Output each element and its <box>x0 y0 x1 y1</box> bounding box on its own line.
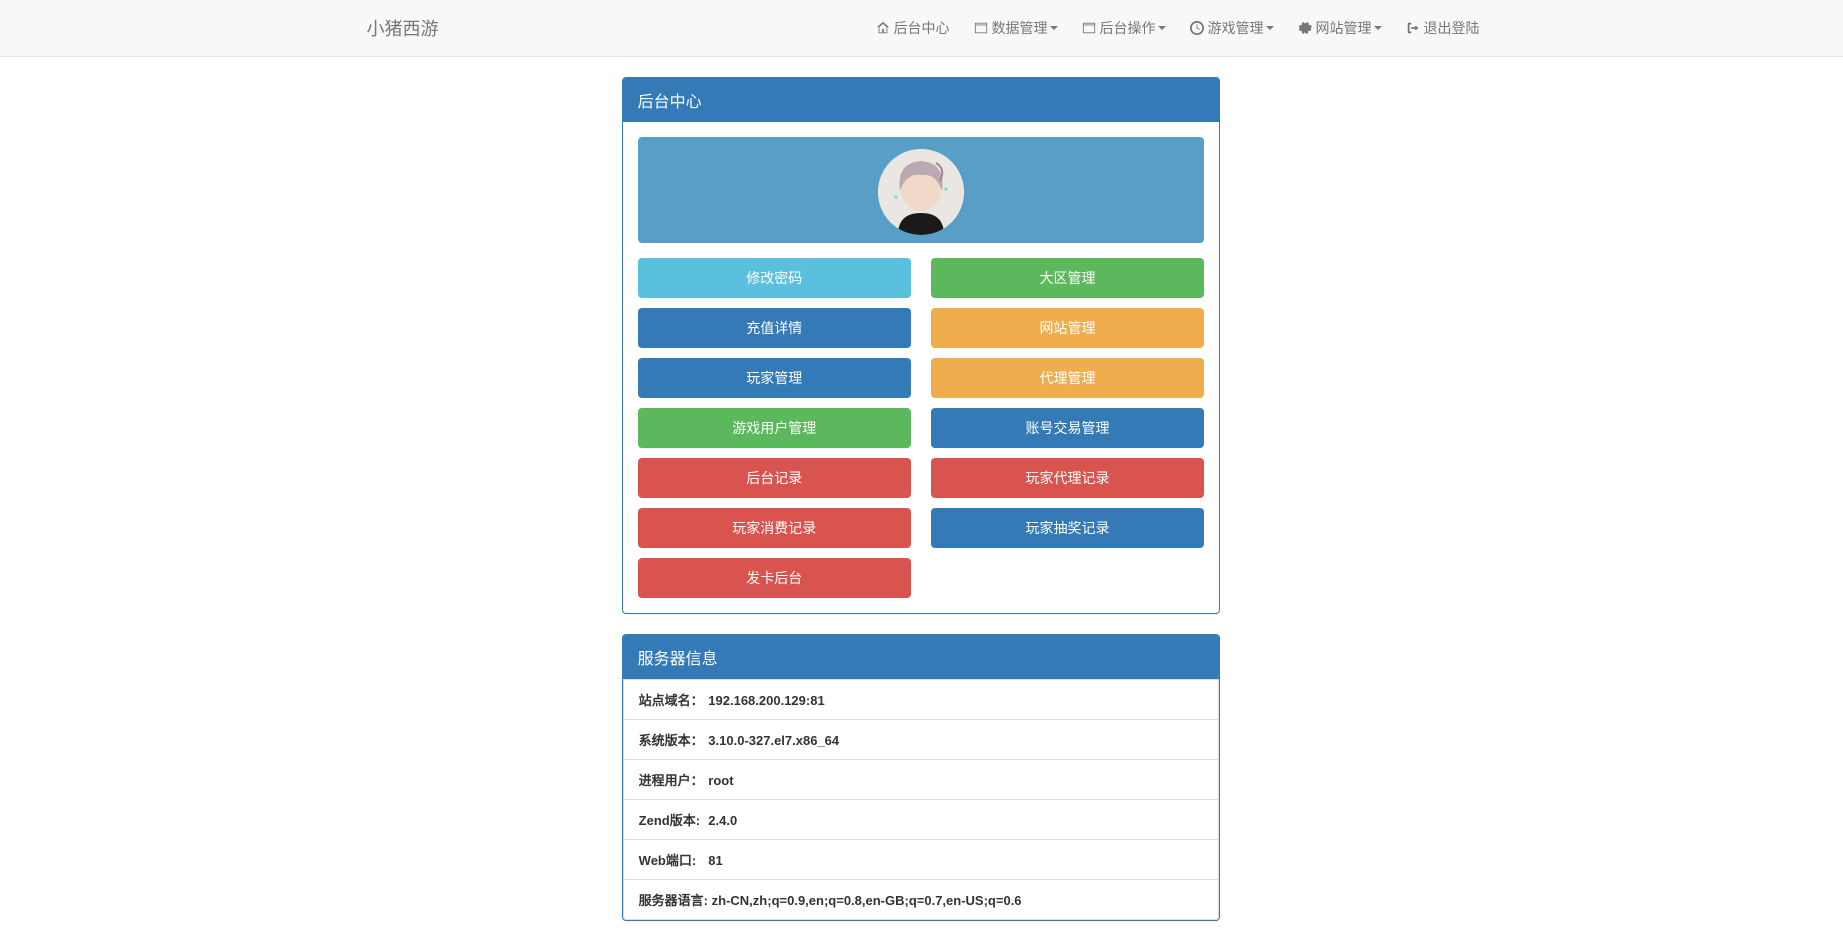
info-label: Zend版本: <box>639 810 705 829</box>
btn-game-user-mgmt[interactable]: 游戏用户管理 <box>638 408 911 448</box>
server-info-list: 站点域名： 192.168.200.129:81 系统版本： 3.10.0-32… <box>623 679 1220 920</box>
avatar-jumbotron <box>638 137 1205 243</box>
nav-game[interactable]: 游戏管理 <box>1178 3 1286 53</box>
info-value: root <box>708 773 733 788</box>
info-label: 站点域名： <box>639 690 705 709</box>
info-value: 192.168.200.129:81 <box>708 693 824 708</box>
nav-home[interactable]: 后台中心 <box>864 3 962 53</box>
btn-player-draw-log[interactable]: 玩家抽奖记录 <box>931 508 1204 548</box>
nav-data[interactable]: 数据管理 <box>962 3 1070 53</box>
panel-dashboard-title: 后台中心 <box>623 78 1220 122</box>
btn-card-backend[interactable]: 发卡后台 <box>638 558 911 598</box>
home-icon <box>876 21 890 35</box>
caret-icon <box>1374 26 1382 30</box>
nav-logout[interactable]: 退出登陆 <box>1394 3 1492 53</box>
info-value: 81 <box>708 853 722 868</box>
btn-account-trade[interactable]: 账号交易管理 <box>931 408 1204 448</box>
info-value: 2.4.0 <box>708 813 737 828</box>
list-item: 服务器语言: zh-CN,zh;q=0.9,en;q=0.8,en-GB;q=0… <box>623 880 1220 920</box>
list-item: 站点域名： 192.168.200.129:81 <box>623 680 1220 720</box>
btn-player-mgmt[interactable]: 玩家管理 <box>638 358 911 398</box>
btn-change-password[interactable]: 修改密码 <box>638 258 911 298</box>
btn-site-mgmt[interactable]: 网站管理 <box>931 308 1204 348</box>
caret-icon <box>1266 26 1274 30</box>
caret-icon <box>1050 26 1058 30</box>
window-icon <box>1082 21 1096 35</box>
nav-site-label: 网站管理 <box>1316 18 1372 38</box>
nav-home-label: 后台中心 <box>894 18 950 38</box>
btn-recharge-details[interactable]: 充值详情 <box>638 308 911 348</box>
gear-icon <box>1298 21 1312 35</box>
info-value: zh-CN,zh;q=0.9,en;q=0.8,en-GB;q=0.7,en-U… <box>712 893 1022 908</box>
nav-site[interactable]: 网站管理 <box>1286 3 1394 53</box>
list-item: Zend版本: 2.4.0 <box>623 800 1220 840</box>
caret-icon <box>1158 26 1166 30</box>
btn-player-spend-log[interactable]: 玩家消费记录 <box>638 508 911 548</box>
panel-server-info-title: 服务器信息 <box>623 635 1220 679</box>
panel-server-info: 服务器信息 站点域名： 192.168.200.129:81 系统版本： 3.1… <box>622 634 1221 921</box>
list-item: Web端口: 81 <box>623 840 1220 880</box>
nav-right: 后台中心 数据管理 后台操作 游戏管理 <box>864 3 1492 53</box>
nav-data-label: 数据管理 <box>992 18 1048 38</box>
list-item: 系统版本： 3.10.0-327.el7.x86_64 <box>623 720 1220 760</box>
btn-player-agent-log[interactable]: 玩家代理记录 <box>931 458 1204 498</box>
window-icon <box>974 21 988 35</box>
top-navbar: 小猪西游 后台中心 数据管理 后台操作 <box>0 0 1843 57</box>
panel-dashboard: 后台中心 <box>622 77 1221 614</box>
clock-icon <box>1190 21 1204 35</box>
nav-logout-label: 退出登陆 <box>1424 18 1480 38</box>
nav-backend-label: 后台操作 <box>1100 18 1156 38</box>
list-item: 进程用户： root <box>623 760 1220 800</box>
logout-icon <box>1406 21 1420 35</box>
info-label: 系统版本： <box>639 730 705 749</box>
info-label: 服务器语言: <box>639 890 708 909</box>
brand-link[interactable]: 小猪西游 <box>352 0 454 56</box>
nav-backend[interactable]: 后台操作 <box>1070 3 1178 53</box>
nav-game-label: 游戏管理 <box>1208 18 1264 38</box>
info-label: Web端口: <box>639 850 705 869</box>
btn-zone-mgmt[interactable]: 大区管理 <box>931 258 1204 298</box>
avatar <box>878 149 964 235</box>
btn-backend-log[interactable]: 后台记录 <box>638 458 911 498</box>
btn-agent-mgmt[interactable]: 代理管理 <box>931 358 1204 398</box>
info-value: 3.10.0-327.el7.x86_64 <box>708 733 839 748</box>
info-label: 进程用户： <box>639 770 705 789</box>
